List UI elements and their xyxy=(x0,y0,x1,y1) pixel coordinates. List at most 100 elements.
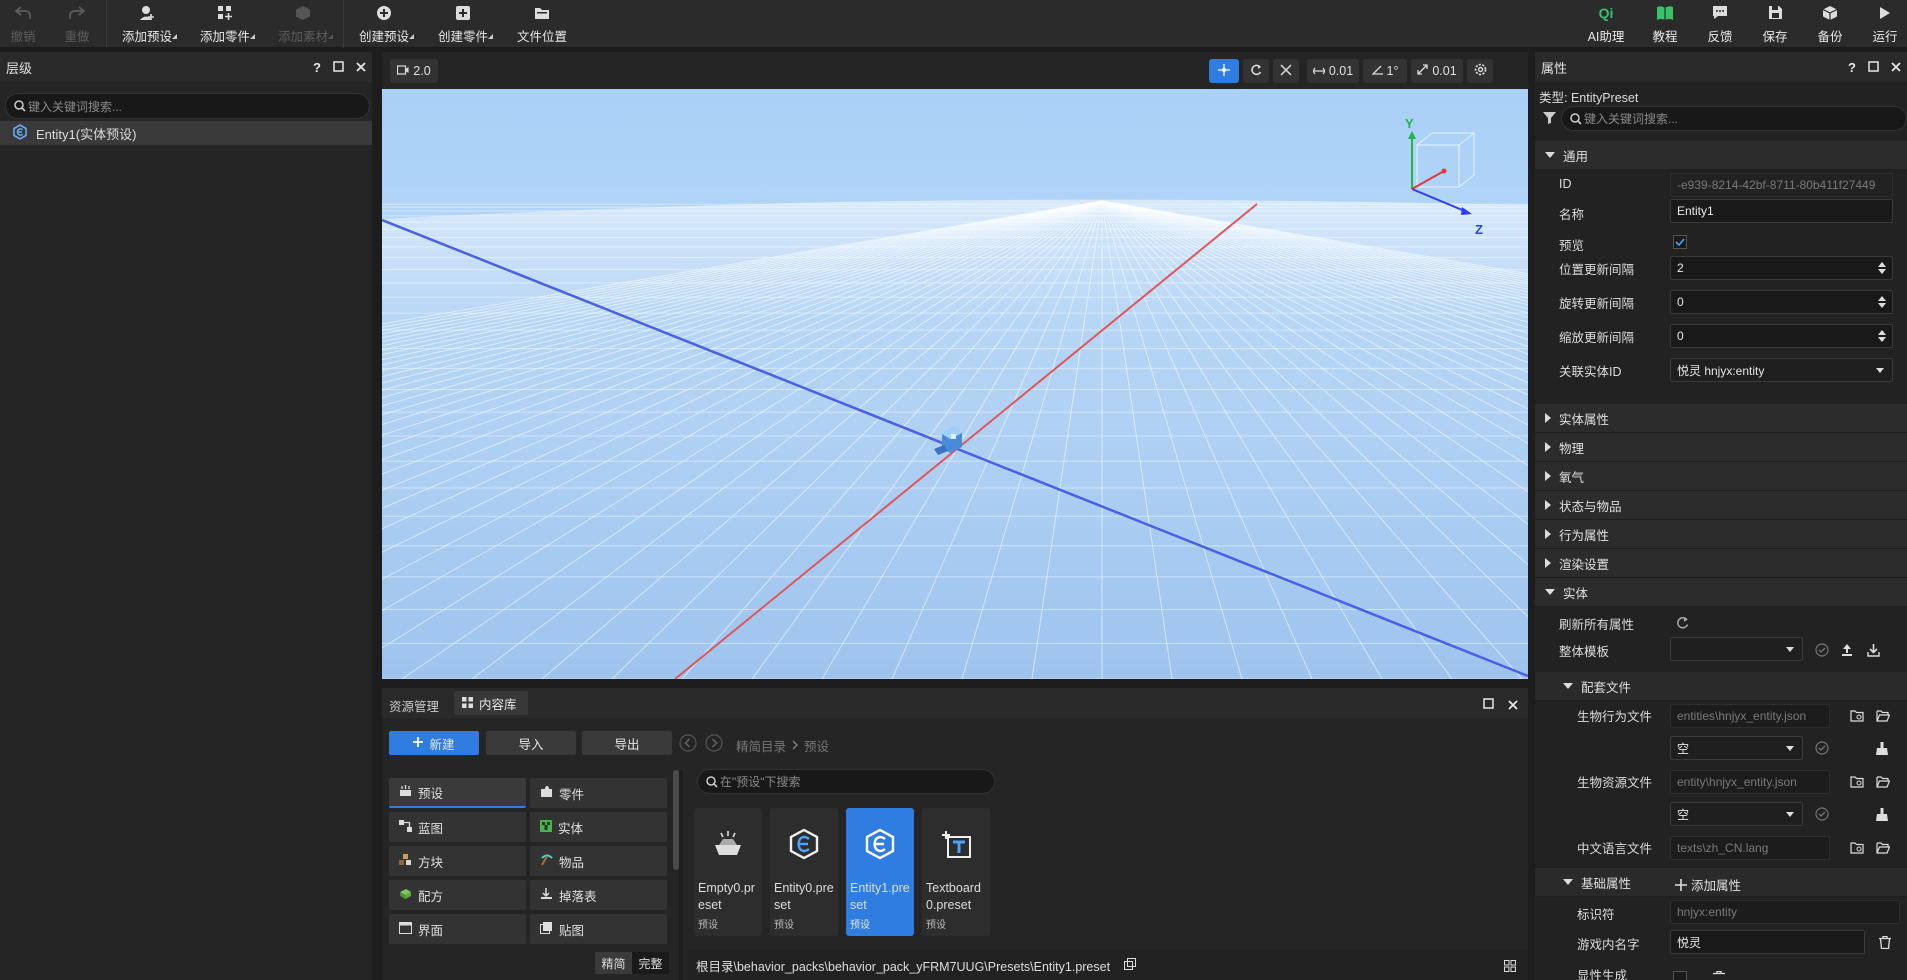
rotate-tool-button[interactable] xyxy=(1243,59,1269,83)
asset-card-selected[interactable]: Entity1.preset 预设 xyxy=(846,808,914,936)
hierarchy-search-input[interactable]: 键入关键词搜索... xyxy=(5,93,370,119)
tab-content-library[interactable]: 内容库 xyxy=(454,691,528,715)
category-entities[interactable]: 实体 xyxy=(530,812,667,842)
category-blueprints[interactable]: 蓝图 xyxy=(389,812,526,842)
check-circle-icon[interactable] xyxy=(1815,807,1829,821)
category-blocks[interactable]: 方块 xyxy=(389,846,526,876)
category-recipes[interactable]: 配方 xyxy=(389,880,526,910)
section-config-files[interactable]: 配套文件 xyxy=(1535,672,1907,701)
properties-search-input[interactable]: 键入关键词搜索... xyxy=(1561,106,1907,131)
file-location-button[interactable]: 文件位置 xyxy=(515,0,569,48)
resource-file-field[interactable]: entity\hnjyx_entity.json xyxy=(1670,770,1830,794)
refresh-icon[interactable] xyxy=(1675,615,1689,629)
splitter[interactable] xyxy=(679,770,683,980)
close-icon[interactable] xyxy=(1508,698,1518,713)
broom-icon[interactable] xyxy=(1875,741,1889,755)
folder-search-icon[interactable] xyxy=(1850,841,1864,855)
id-field[interactable]: -e939-8214-42bf-8711-80b411f27449 xyxy=(1670,173,1893,197)
move-snap-chip[interactable]: 0.01 xyxy=(1307,59,1359,83)
folder-search-icon[interactable] xyxy=(1850,775,1864,789)
category-items[interactable]: 物品 xyxy=(530,846,667,876)
maximize-icon[interactable] xyxy=(1868,60,1879,75)
asset-card[interactable]: Empty0.preset 预设 xyxy=(694,808,762,936)
scale-interval-field[interactable]: 0 xyxy=(1670,324,1893,348)
section-behavior[interactable]: 行为属性 xyxy=(1535,520,1907,549)
preview-checkbox[interactable] xyxy=(1673,235,1687,249)
feedback-button[interactable]: 反馈 xyxy=(1705,0,1735,48)
pos-interval-field[interactable]: 2 xyxy=(1670,256,1893,280)
scale-tool-button[interactable] xyxy=(1273,59,1299,83)
broom-icon[interactable] xyxy=(1875,807,1889,821)
section-oxygen[interactable]: 氧气 xyxy=(1535,462,1907,491)
forward-arrow-icon[interactable] xyxy=(705,734,723,755)
section-physics[interactable]: 物理 xyxy=(1535,433,1907,462)
rotate-snap-chip[interactable]: 1° xyxy=(1363,59,1407,83)
back-arrow-icon[interactable] xyxy=(679,734,697,755)
section-basic-attrs[interactable]: 基础属性 添加属性 xyxy=(1535,868,1907,897)
export-button[interactable]: 导出 xyxy=(582,731,672,755)
filter-icon[interactable] xyxy=(1543,112,1557,127)
section-general[interactable]: 通用 xyxy=(1535,141,1907,170)
scale-snap-chip[interactable]: 0.01 xyxy=(1411,59,1463,83)
trash-icon[interactable] xyxy=(1878,935,1892,949)
backup-button[interactable]: 备份 xyxy=(1815,0,1845,48)
tab-resource-manager[interactable]: 资源管理 xyxy=(389,696,439,715)
ingame-name-field[interactable]: 悦灵 xyxy=(1670,930,1865,954)
spinner-icon[interactable] xyxy=(1878,328,1886,344)
redo-button[interactable]: 重做 xyxy=(62,0,92,48)
add-material-button[interactable]: 添加素材 xyxy=(276,0,333,48)
category-presets[interactable]: 预设 xyxy=(389,778,526,808)
help-icon[interactable]: ? xyxy=(313,60,321,75)
add-attribute-button[interactable]: 添加属性 xyxy=(1675,875,1741,894)
entity-id-select[interactable]: 悦灵 hnjyx:entity xyxy=(1670,358,1893,382)
upload-icon[interactable] xyxy=(1840,643,1854,657)
create-part-button[interactable]: 创建零件 xyxy=(436,0,493,48)
maximize-icon[interactable] xyxy=(333,60,344,75)
create-preset-button[interactable]: 创建预设 xyxy=(357,0,414,48)
section-entity-attrs[interactable]: 实体属性 xyxy=(1535,404,1907,433)
category-parts[interactable]: 零件 xyxy=(530,778,667,808)
section-state-items[interactable]: 状态与物品 xyxy=(1535,491,1907,520)
mode-full-button[interactable]: 完整 xyxy=(632,952,669,974)
folder-open-icon[interactable] xyxy=(1876,775,1890,789)
section-render[interactable]: 渲染设置 xyxy=(1535,549,1907,578)
content-search-input[interactable]: 在"预设"下搜索 xyxy=(697,769,995,794)
spinner-icon[interactable] xyxy=(1878,294,1886,310)
category-loot-tables[interactable]: 掉落表 xyxy=(530,880,667,910)
check-circle-icon[interactable] xyxy=(1815,741,1829,755)
undo-button[interactable]: 撤销 xyxy=(8,0,38,48)
new-button[interactable]: 新建 xyxy=(389,731,479,755)
section-entity[interactable]: 实体 xyxy=(1535,578,1907,607)
camera-speed-chip[interactable]: 2.0 xyxy=(390,59,438,83)
resource-file-select[interactable]: 空 xyxy=(1670,802,1803,826)
scene-canvas[interactable]: Y Z xyxy=(382,89,1528,679)
behavior-file-field[interactable]: entities\hnjyx_entity.json xyxy=(1670,704,1830,728)
asset-card[interactable]: Entity0.preset 预设 xyxy=(770,808,838,936)
import-button[interactable]: 导入 xyxy=(486,731,576,755)
check-circle-icon[interactable] xyxy=(1815,643,1829,657)
mode-simple-button[interactable]: 精简 xyxy=(595,952,632,974)
breadcrumb-current[interactable]: 预设 xyxy=(804,736,829,755)
add-preset-button[interactable]: 添加预设 xyxy=(120,0,177,48)
hierarchy-item[interactable]: Entity1(实体预设) xyxy=(0,121,372,145)
folder-open-icon[interactable] xyxy=(1876,841,1890,855)
name-field[interactable]: Entity1 xyxy=(1670,199,1893,223)
copy-icon[interactable] xyxy=(1124,957,1137,973)
tutorial-button[interactable]: 教程 xyxy=(1650,0,1680,48)
category-ui[interactable]: 界面 xyxy=(389,914,526,944)
help-icon[interactable]: ? xyxy=(1848,60,1856,75)
asset-card[interactable]: Textboard0.preset 预设 xyxy=(922,808,990,936)
identifier-field[interactable]: hnjyx:entity xyxy=(1670,900,1900,924)
checkbox[interactable] xyxy=(1673,971,1687,980)
scene-viewport[interactable]: Y Z xyxy=(382,89,1528,679)
category-textures[interactable]: 贴图 xyxy=(530,914,667,944)
ai-assistant-button[interactable]: Qi AI助理 xyxy=(1584,0,1628,48)
breadcrumb-root[interactable]: 精简目录 xyxy=(736,736,786,755)
save-button[interactable]: 保存 xyxy=(1760,0,1790,48)
lang-file-field[interactable]: texts\zh_CN.lang xyxy=(1670,836,1830,860)
maximize-icon[interactable] xyxy=(1483,697,1494,712)
viewport-settings-button[interactable] xyxy=(1467,59,1493,83)
behavior-file-select[interactable]: 空 xyxy=(1670,736,1803,760)
close-icon[interactable] xyxy=(356,60,366,75)
close-icon[interactable] xyxy=(1891,60,1901,75)
